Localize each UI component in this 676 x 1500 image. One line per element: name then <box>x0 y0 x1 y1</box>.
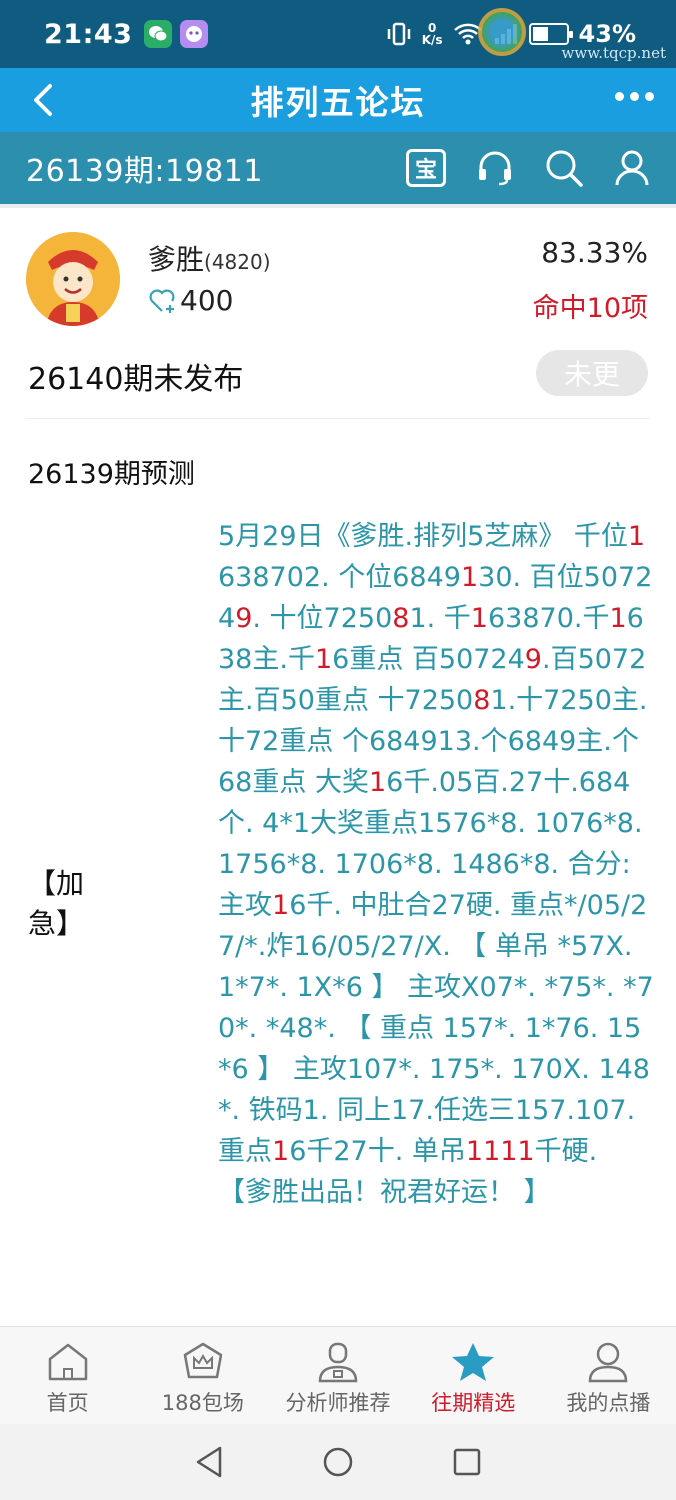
issue-bar-icons: 宝 <box>406 148 650 188</box>
home-icon <box>48 1343 87 1381</box>
headset-icon[interactable] <box>476 149 514 187</box>
user-icon <box>589 1342 628 1383</box>
more-menu-icon[interactable] <box>615 92 654 101</box>
nav-188-label: 188包场 <box>161 1391 244 1415</box>
fans-value: 400 <box>180 284 234 317</box>
fans-count[interactable]: 400 <box>148 284 233 317</box>
net-speed-unit: K/s <box>421 33 443 47</box>
nav-my-label: 我的点播 <box>566 1391 651 1415</box>
divider <box>26 418 650 419</box>
vibrate-icon <box>387 22 410 46</box>
not-updated-button[interactable]: 未更 <box>536 350 648 396</box>
heart-plus-icon <box>149 289 175 313</box>
nav-my[interactable]: 我的点播 <box>541 1327 676 1424</box>
watermark-url: www.tqcp.net <box>561 44 666 62</box>
bottom-nav: 首页 188包场 分析师推荐 往期精选 我的点播 <box>0 1326 676 1424</box>
profile-icon[interactable] <box>614 149 650 187</box>
nav-archive[interactable]: 往期精选 <box>406 1327 541 1424</box>
prediction-content: 5月29日《爹胜.排列5芝麻》 千位1638702. 个位6849130. 百位… <box>218 521 654 1208</box>
page-title: 排列五论坛 <box>250 83 426 122</box>
star-icon <box>452 1343 495 1381</box>
search-icon[interactable] <box>544 148 584 188</box>
watermark-logo <box>478 8 526 56</box>
title-bar: 排列五论坛 <box>0 68 676 132</box>
system-nav <box>0 1424 676 1500</box>
issue-label: 26139期:19811 <box>26 154 263 189</box>
nav-analyst[interactable]: 分析师推荐 <box>270 1327 405 1424</box>
top-separator <box>0 204 676 208</box>
next-issue-status: 26140期未发布 <box>28 362 244 397</box>
crown-icon <box>183 1342 223 1379</box>
hit-rate: 83.33% <box>541 236 648 269</box>
urgent-tag-line2: 急】 <box>28 907 85 940</box>
username-text: 爹胜 <box>148 243 205 276</box>
hit-count: 命中10项 <box>532 293 648 324</box>
system-recents-icon[interactable] <box>452 1447 482 1477</box>
avatar[interactable] <box>26 232 120 326</box>
back-arrow-icon[interactable] <box>26 82 62 118</box>
system-back-icon[interactable] <box>194 1445 224 1479</box>
nav-home-label: 首页 <box>46 1391 89 1415</box>
issue-bar: 26139期:19811 宝 <box>0 132 676 204</box>
status-bar: 21:43 0 K/s 43% www.tqcp.net <box>0 0 676 68</box>
nav-188[interactable]: 188包场 <box>135 1327 270 1424</box>
soul-app-icon <box>180 20 209 48</box>
net-speed: 0 K/s <box>422 22 443 46</box>
nav-home[interactable]: 首页 <box>0 1327 135 1424</box>
status-time: 21:43 <box>44 18 133 50</box>
system-home-icon[interactable] <box>322 1446 354 1478</box>
username: 爹胜(4820) <box>148 238 271 278</box>
urgent-tag: 【加 急】 <box>28 864 84 944</box>
treasure-button[interactable]: 宝 <box>406 149 446 187</box>
username-count: (4820) <box>204 250 271 274</box>
urgent-tag-line1: 【加 <box>28 867 85 900</box>
nav-analyst-label: 分析师推荐 <box>285 1391 391 1415</box>
analyst-icon <box>318 1342 358 1383</box>
page: 21:43 0 K/s 43% www.tqcp.net 排列五论坛 26139… <box>0 0 676 1500</box>
prediction-title: 26139期预测 <box>28 459 195 490</box>
battery-icon <box>528 23 573 45</box>
wechat-icon <box>144 20 173 48</box>
nav-archive-label: 往期精选 <box>431 1391 516 1415</box>
